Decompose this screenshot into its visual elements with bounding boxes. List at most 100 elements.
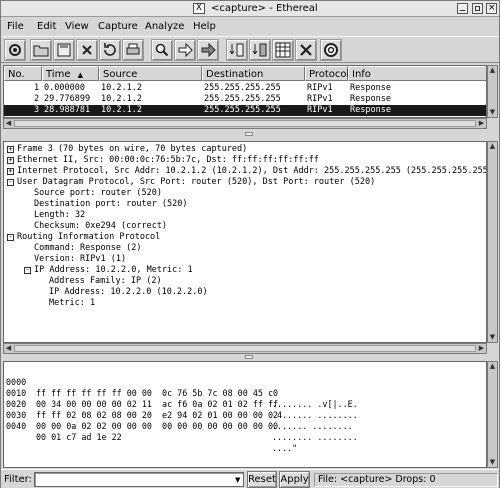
filter-label: Filter:: [4, 474, 32, 485]
splitter-grip[interactable]: [245, 355, 253, 359]
packet-row-selected[interactable]: 3 28.988781 10.2.1.2 255.255.255.255 RIP…: [4, 105, 486, 116]
column-header-source[interactable]: Source: [99, 66, 202, 81]
hex-scrollbar[interactable]: ▲ ▼: [487, 361, 498, 468]
collapse-icon[interactable]: -: [24, 267, 31, 274]
go-forward-icon[interactable]: [174, 39, 196, 61]
menu-view[interactable]: View: [65, 21, 89, 32]
tree-item-rip[interactable]: Routing Information Protocol: [17, 232, 160, 243]
tree-item-address-family[interactable]: Address Family: IP (2): [49, 276, 162, 287]
scroll-down-icon[interactable]: ▼: [488, 458, 497, 467]
expand-icon[interactable]: +: [7, 157, 14, 164]
tree-item-udp[interactable]: User Datagram Protocol, Src Port: router…: [17, 177, 375, 188]
packet-protocol: RIPv1: [307, 105, 333, 115]
close-window-button[interactable]: ×: [486, 3, 497, 14]
tree-item-frame[interactable]: Frame 3 (70 bytes on wire, 70 bytes capt…: [17, 144, 247, 155]
hex-line[interactable]: 0040 00 01 c7 ad 1e 22 ....": [6, 410, 297, 453]
scroll-up-icon[interactable]: ▲: [488, 142, 497, 151]
reset-button[interactable]: Reset: [247, 471, 277, 488]
print-icon[interactable]: [122, 39, 144, 61]
splitter-grip[interactable]: [245, 132, 253, 136]
tree-item-ethernet[interactable]: Ethernet II, Src: 00:00:0c:76:5b:7c, Dst…: [17, 155, 319, 166]
packet-protocol: RIPv1: [307, 94, 333, 104]
maximize-button[interactable]: [472, 3, 483, 14]
column-header-no[interactable]: No.: [4, 66, 42, 81]
tree-item-udp-src-port[interactable]: Source port: router (520): [34, 188, 162, 199]
tree-item-rip-command[interactable]: Command: Response (2): [34, 243, 141, 254]
packet-row[interactable]: 2 29.776899 10.2.1.2 255.255.255.255 RIP…: [4, 94, 486, 105]
scroll-down-icon[interactable]: ▼: [488, 108, 497, 117]
hex-bytes: ff ff ff ff ff ff 00 00 0c 76 5b 7c 08 0…: [36, 388, 279, 398]
packet-no: 2: [34, 94, 40, 104]
filter-input[interactable]: [34, 472, 244, 487]
capture-start-icon[interactable]: [4, 39, 26, 61]
menu-help[interactable]: Help: [193, 21, 216, 32]
tree-item-udp-length[interactable]: Length: 32: [34, 210, 85, 221]
hex-ascii: ....... ........: [272, 421, 353, 431]
minimize-button[interactable]: [457, 3, 468, 14]
menu-edit[interactable]: Edit: [37, 21, 56, 32]
hex-line[interactable]: 0020 ff ff 02 08 02 08 00 20 e2 94 02 01…: [6, 388, 353, 431]
column-header-time[interactable]: Time ▲: [42, 66, 99, 81]
scroll-up-icon[interactable]: ▲: [488, 362, 497, 371]
packet-list-scrollbar[interactable]: ▲ ▼: [487, 65, 498, 118]
column-header-destination[interactable]: Destination: [202, 66, 305, 81]
save-icon[interactable]: [53, 39, 75, 61]
help-icon[interactable]: [320, 39, 342, 61]
tree-item-rip-version[interactable]: Version: RIPv1 (1): [34, 254, 126, 265]
packet-source: 10.2.1.2: [101, 105, 142, 115]
hex-bytes: 00 01 c7 ad 1e 22: [36, 432, 122, 442]
apply-button[interactable]: Apply: [279, 471, 310, 488]
reload-icon[interactable]: [99, 39, 121, 61]
hex-ascii: ........ ........: [272, 432, 358, 442]
hex-offset: 0040: [6, 421, 27, 431]
sort-ascending-icon: ▲: [77, 71, 84, 79]
scroll-right-icon[interactable]: ▶: [477, 119, 486, 128]
column-header-time-label: Time: [46, 69, 71, 80]
display-filter-icon[interactable]: [226, 39, 248, 61]
hex-line[interactable]: 0030 00 00 0a 02 02 00 00 00 00 00 00 00…: [6, 399, 358, 442]
menu-file[interactable]: File: [7, 21, 24, 32]
hex-line[interactable]: 0010 00 34 00 00 00 00 02 11 ac f6 0a 02…: [6, 377, 358, 420]
pane-splitter[interactable]: [1, 354, 499, 360]
coloring-rules-icon[interactable]: [272, 39, 294, 61]
menu-analyze[interactable]: Analyze: [145, 21, 184, 32]
column-header-info[interactable]: Info: [348, 66, 486, 81]
hex-line[interactable]: 0000 ff ff ff ff ff ff 00 00 0c 76 5b 7c…: [6, 366, 358, 409]
go-to-packet-icon[interactable]: [197, 39, 219, 61]
collapse-icon[interactable]: -: [7, 234, 14, 241]
details-hscrollbar[interactable]: ◀ ▶: [3, 343, 487, 354]
x-window-icon: X: [193, 3, 205, 14]
menu-capture[interactable]: Capture: [98, 21, 138, 32]
pane-splitter[interactable]: [1, 131, 499, 137]
tree-item-udp-checksum[interactable]: Checksum: 0xe294 (correct): [34, 221, 167, 232]
packet-info: Response: [350, 83, 391, 93]
tree-item-rip-entry[interactable]: IP Address: 10.2.2.0, Metric: 1: [34, 265, 193, 276]
packet-row[interactable]: 1 0.000000 10.2.1.2 255.255.255.255 RIPv…: [4, 83, 486, 94]
column-header-protocol[interactable]: Protocol: [305, 66, 349, 81]
scroll-down-icon[interactable]: ▼: [488, 333, 497, 342]
packet-destination: 255.255.255.255: [204, 83, 281, 93]
hex-bytes: 00 34 00 00 00 00 02 11 ac f6 0a 02 01 0…: [36, 399, 279, 409]
tree-item-ip[interactable]: Internet Protocol, Src Addr: 10.2.1.2 (1…: [17, 166, 486, 177]
find-icon[interactable]: [151, 39, 173, 61]
hex-dump-pane: 0000 ff ff ff ff ff ff 00 00 0c 76 5b 7c…: [3, 361, 487, 468]
expand-icon[interactable]: +: [7, 146, 14, 153]
tree-item-udp-dst-port[interactable]: Destination port: router (520): [34, 199, 188, 210]
scroll-left-icon[interactable]: ◀: [4, 344, 13, 353]
scroll-left-icon[interactable]: ◀: [4, 119, 13, 128]
collapse-icon[interactable]: -: [7, 179, 14, 186]
hex-bytes: 00 00 0a 02 02 00 00 00 00 00 00 00 00 0…: [36, 421, 279, 431]
scroll-up-icon[interactable]: ▲: [488, 66, 497, 75]
expand-icon[interactable]: +: [7, 168, 14, 175]
packet-list-hscrollbar[interactable]: ◀ ▶: [3, 118, 487, 129]
tree-item-metric[interactable]: Metric: 1: [49, 298, 95, 309]
filter-dropdown-icon[interactable]: ▼: [235, 476, 240, 484]
details-scrollbar[interactable]: ▲ ▼: [487, 141, 498, 343]
close-icon[interactable]: [76, 39, 98, 61]
preferences-icon[interactable]: [295, 39, 317, 61]
open-folder-icon[interactable]: [30, 39, 52, 61]
capture-filter-icon[interactable]: [249, 39, 271, 61]
scroll-right-icon[interactable]: ▶: [477, 344, 486, 353]
packet-time: 28.988781: [44, 105, 91, 115]
tree-item-ip-address[interactable]: IP Address: 10.2.2.0 (10.2.2.0): [49, 287, 208, 298]
